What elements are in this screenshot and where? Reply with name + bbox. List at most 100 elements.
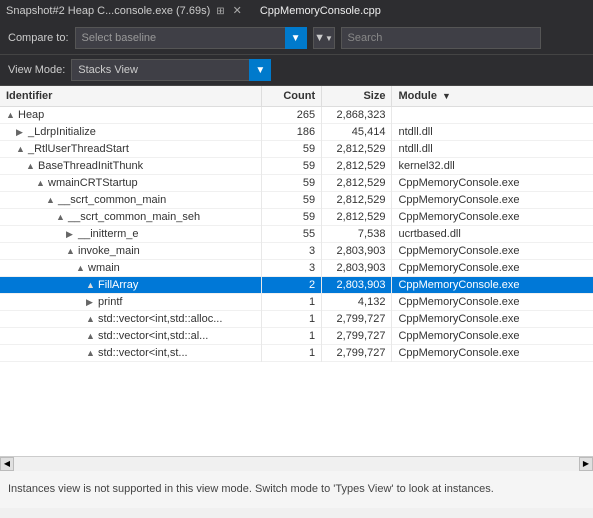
tree-expand-icon[interactable]: ▲ bbox=[66, 246, 76, 256]
col-header-size[interactable]: Size bbox=[322, 86, 392, 107]
cell-count: 59 bbox=[261, 209, 321, 226]
table-row[interactable]: ▶_LdrpInitialize18645,414ntdll.dll bbox=[0, 124, 593, 141]
table-row[interactable]: ▶printf14,132CppMemoryConsole.exe bbox=[0, 294, 593, 311]
cell-size: 45,414 bbox=[322, 124, 392, 141]
status-message: Instances view is not supported in this … bbox=[8, 482, 494, 497]
title-bar: Snapshot#2 Heap C...console.exe (7.69s) … bbox=[0, 0, 593, 22]
cell-module: CppMemoryConsole.exe bbox=[392, 345, 593, 362]
cell-identifier: ▲__scrt_common_main_seh bbox=[0, 209, 261, 226]
cell-count: 3 bbox=[261, 260, 321, 277]
table-row[interactable]: ▲std::vector<int,std::alloc...12,799,727… bbox=[0, 311, 593, 328]
close-button[interactable]: ✕ bbox=[229, 0, 246, 22]
col-header-identifier[interactable]: Identifier bbox=[0, 86, 261, 107]
cell-identifier: ▶_LdrpInitialize bbox=[0, 124, 261, 141]
cell-size: 2,803,903 bbox=[322, 243, 392, 260]
table-row[interactable]: ▶__initterm_e557,538ucrtbased.dll bbox=[0, 226, 593, 243]
tree-expand-icon[interactable]: ▲ bbox=[6, 110, 16, 120]
table-row[interactable]: ▲Heap2652,868,323 bbox=[0, 107, 593, 124]
cell-count: 186 bbox=[261, 124, 321, 141]
table-row[interactable]: ▲FillArray22,803,903CppMemoryConsole.exe bbox=[0, 277, 593, 294]
cell-module: CppMemoryConsole.exe bbox=[392, 243, 593, 260]
cell-module: ntdll.dll bbox=[392, 141, 593, 158]
cell-size: 2,812,529 bbox=[322, 141, 392, 158]
tree-expand-icon[interactable]: ▲ bbox=[26, 161, 36, 171]
cell-size: 4,132 bbox=[322, 294, 392, 311]
scroll-track[interactable] bbox=[14, 457, 579, 471]
cell-identifier: ▲_RtlUserThreadStart bbox=[0, 141, 261, 158]
cell-module: ntdll.dll bbox=[392, 124, 593, 141]
cell-identifier: ▶__initterm_e bbox=[0, 226, 261, 243]
file-tab: CppMemoryConsole.cpp bbox=[254, 5, 387, 17]
cell-size: 2,812,529 bbox=[322, 158, 392, 175]
cell-size: 2,812,529 bbox=[322, 175, 392, 192]
cell-module: CppMemoryConsole.exe bbox=[392, 192, 593, 209]
tree-expand-icon[interactable]: ▶ bbox=[66, 229, 76, 240]
tree-expand-icon[interactable]: ▶ bbox=[86, 297, 96, 308]
table-row[interactable]: ▲__scrt_common_main592,812,529CppMemoryC… bbox=[0, 192, 593, 209]
viewmode-select[interactable]: Stacks View Types View Instances View bbox=[71, 59, 271, 81]
tree-expand-icon[interactable]: ▲ bbox=[86, 348, 96, 358]
table-row[interactable]: ▲wmainCRTStartup592,812,529CppMemoryCons… bbox=[0, 175, 593, 192]
cell-count: 1 bbox=[261, 345, 321, 362]
table-row[interactable]: ▲invoke_main32,803,903CppMemoryConsole.e… bbox=[0, 243, 593, 260]
cell-count: 59 bbox=[261, 158, 321, 175]
cell-size: 2,799,727 bbox=[322, 328, 392, 345]
cell-identifier: ▲wmain bbox=[0, 260, 261, 277]
cell-count: 2 bbox=[261, 277, 321, 294]
tree-expand-icon[interactable]: ▲ bbox=[56, 212, 66, 222]
heap-table: Identifier Count Size Module ▼ ▲Heap2652… bbox=[0, 86, 593, 362]
filter-button[interactable]: ▼▼ bbox=[313, 27, 335, 49]
viewmode-row: View Mode: Stacks View Types View Instan… bbox=[0, 55, 593, 86]
cell-module: CppMemoryConsole.exe bbox=[392, 175, 593, 192]
cell-count: 1 bbox=[261, 294, 321, 311]
cell-size: 2,803,903 bbox=[322, 260, 392, 277]
cell-count: 59 bbox=[261, 192, 321, 209]
tree-expand-icon[interactable]: ▲ bbox=[46, 195, 56, 205]
tree-expand-icon[interactable]: ▲ bbox=[76, 263, 86, 273]
table-row[interactable]: ▲BaseThreadInitThunk592,812,529kernel32.… bbox=[0, 158, 593, 175]
compare-toolbar: Compare to: Select baseline ▼ ▼▼ bbox=[0, 22, 593, 55]
module-sort-icon: ▼ bbox=[442, 91, 451, 101]
snapshot-title: Snapshot#2 Heap C...console.exe (7.69s) bbox=[6, 5, 210, 17]
tree-expand-icon[interactable]: ▲ bbox=[86, 331, 96, 341]
tree-expand-icon[interactable]: ▲ bbox=[16, 144, 26, 154]
cell-count: 55 bbox=[261, 226, 321, 243]
cell-size: 2,812,529 bbox=[322, 209, 392, 226]
col-header-count[interactable]: Count bbox=[261, 86, 321, 107]
table-row[interactable]: ▲__scrt_common_main_seh592,812,529CppMem… bbox=[0, 209, 593, 226]
cell-module: CppMemoryConsole.exe bbox=[392, 294, 593, 311]
baseline-select[interactable]: Select baseline bbox=[75, 27, 307, 49]
data-table-container: Identifier Count Size Module ▼ ▲Heap2652… bbox=[0, 86, 593, 456]
cell-count: 1 bbox=[261, 328, 321, 345]
table-row[interactable]: ▲std::vector<int,st...12,799,727CppMemor… bbox=[0, 345, 593, 362]
cell-module: CppMemoryConsole.exe bbox=[392, 209, 593, 226]
cell-module: CppMemoryConsole.exe bbox=[392, 311, 593, 328]
cell-count: 265 bbox=[261, 107, 321, 124]
cell-size: 2,812,529 bbox=[322, 192, 392, 209]
col-header-module[interactable]: Module ▼ bbox=[392, 86, 593, 107]
table-row[interactable]: ▲_RtlUserThreadStart592,812,529ntdll.dll bbox=[0, 141, 593, 158]
table-header-row: Identifier Count Size Module ▼ bbox=[0, 86, 593, 107]
horizontal-scrollbar[interactable]: ◀ ▶ bbox=[0, 456, 593, 470]
tree-expand-icon[interactable]: ▲ bbox=[36, 178, 46, 188]
tree-expand-icon[interactable]: ▶ bbox=[16, 127, 26, 138]
tree-expand-icon[interactable]: ▲ bbox=[86, 314, 96, 324]
cell-identifier: ▲BaseThreadInitThunk bbox=[0, 158, 261, 175]
cell-identifier: ▲std::vector<int,st... bbox=[0, 345, 261, 362]
search-input[interactable] bbox=[341, 27, 541, 49]
table-row[interactable]: ▲wmain32,803,903CppMemoryConsole.exe bbox=[0, 260, 593, 277]
cell-module: CppMemoryConsole.exe bbox=[392, 277, 593, 294]
viewmode-container: Stacks View Types View Instances View ▼ bbox=[71, 59, 271, 81]
cell-module bbox=[392, 107, 593, 124]
cell-size: 2,799,727 bbox=[322, 311, 392, 328]
baseline-container: Select baseline ▼ bbox=[75, 27, 307, 49]
status-bar: Instances view is not supported in this … bbox=[0, 470, 593, 508]
viewmode-label: View Mode: bbox=[8, 64, 65, 76]
scroll-left-button[interactable]: ◀ bbox=[0, 457, 14, 471]
tree-expand-icon[interactable]: ▲ bbox=[86, 280, 96, 290]
cell-count: 59 bbox=[261, 141, 321, 158]
table-row[interactable]: ▲std::vector<int,std::al...12,799,727Cpp… bbox=[0, 328, 593, 345]
pin-icon: ⊞ bbox=[216, 6, 224, 17]
scroll-right-button[interactable]: ▶ bbox=[579, 457, 593, 471]
cell-identifier: ▲__scrt_common_main bbox=[0, 192, 261, 209]
